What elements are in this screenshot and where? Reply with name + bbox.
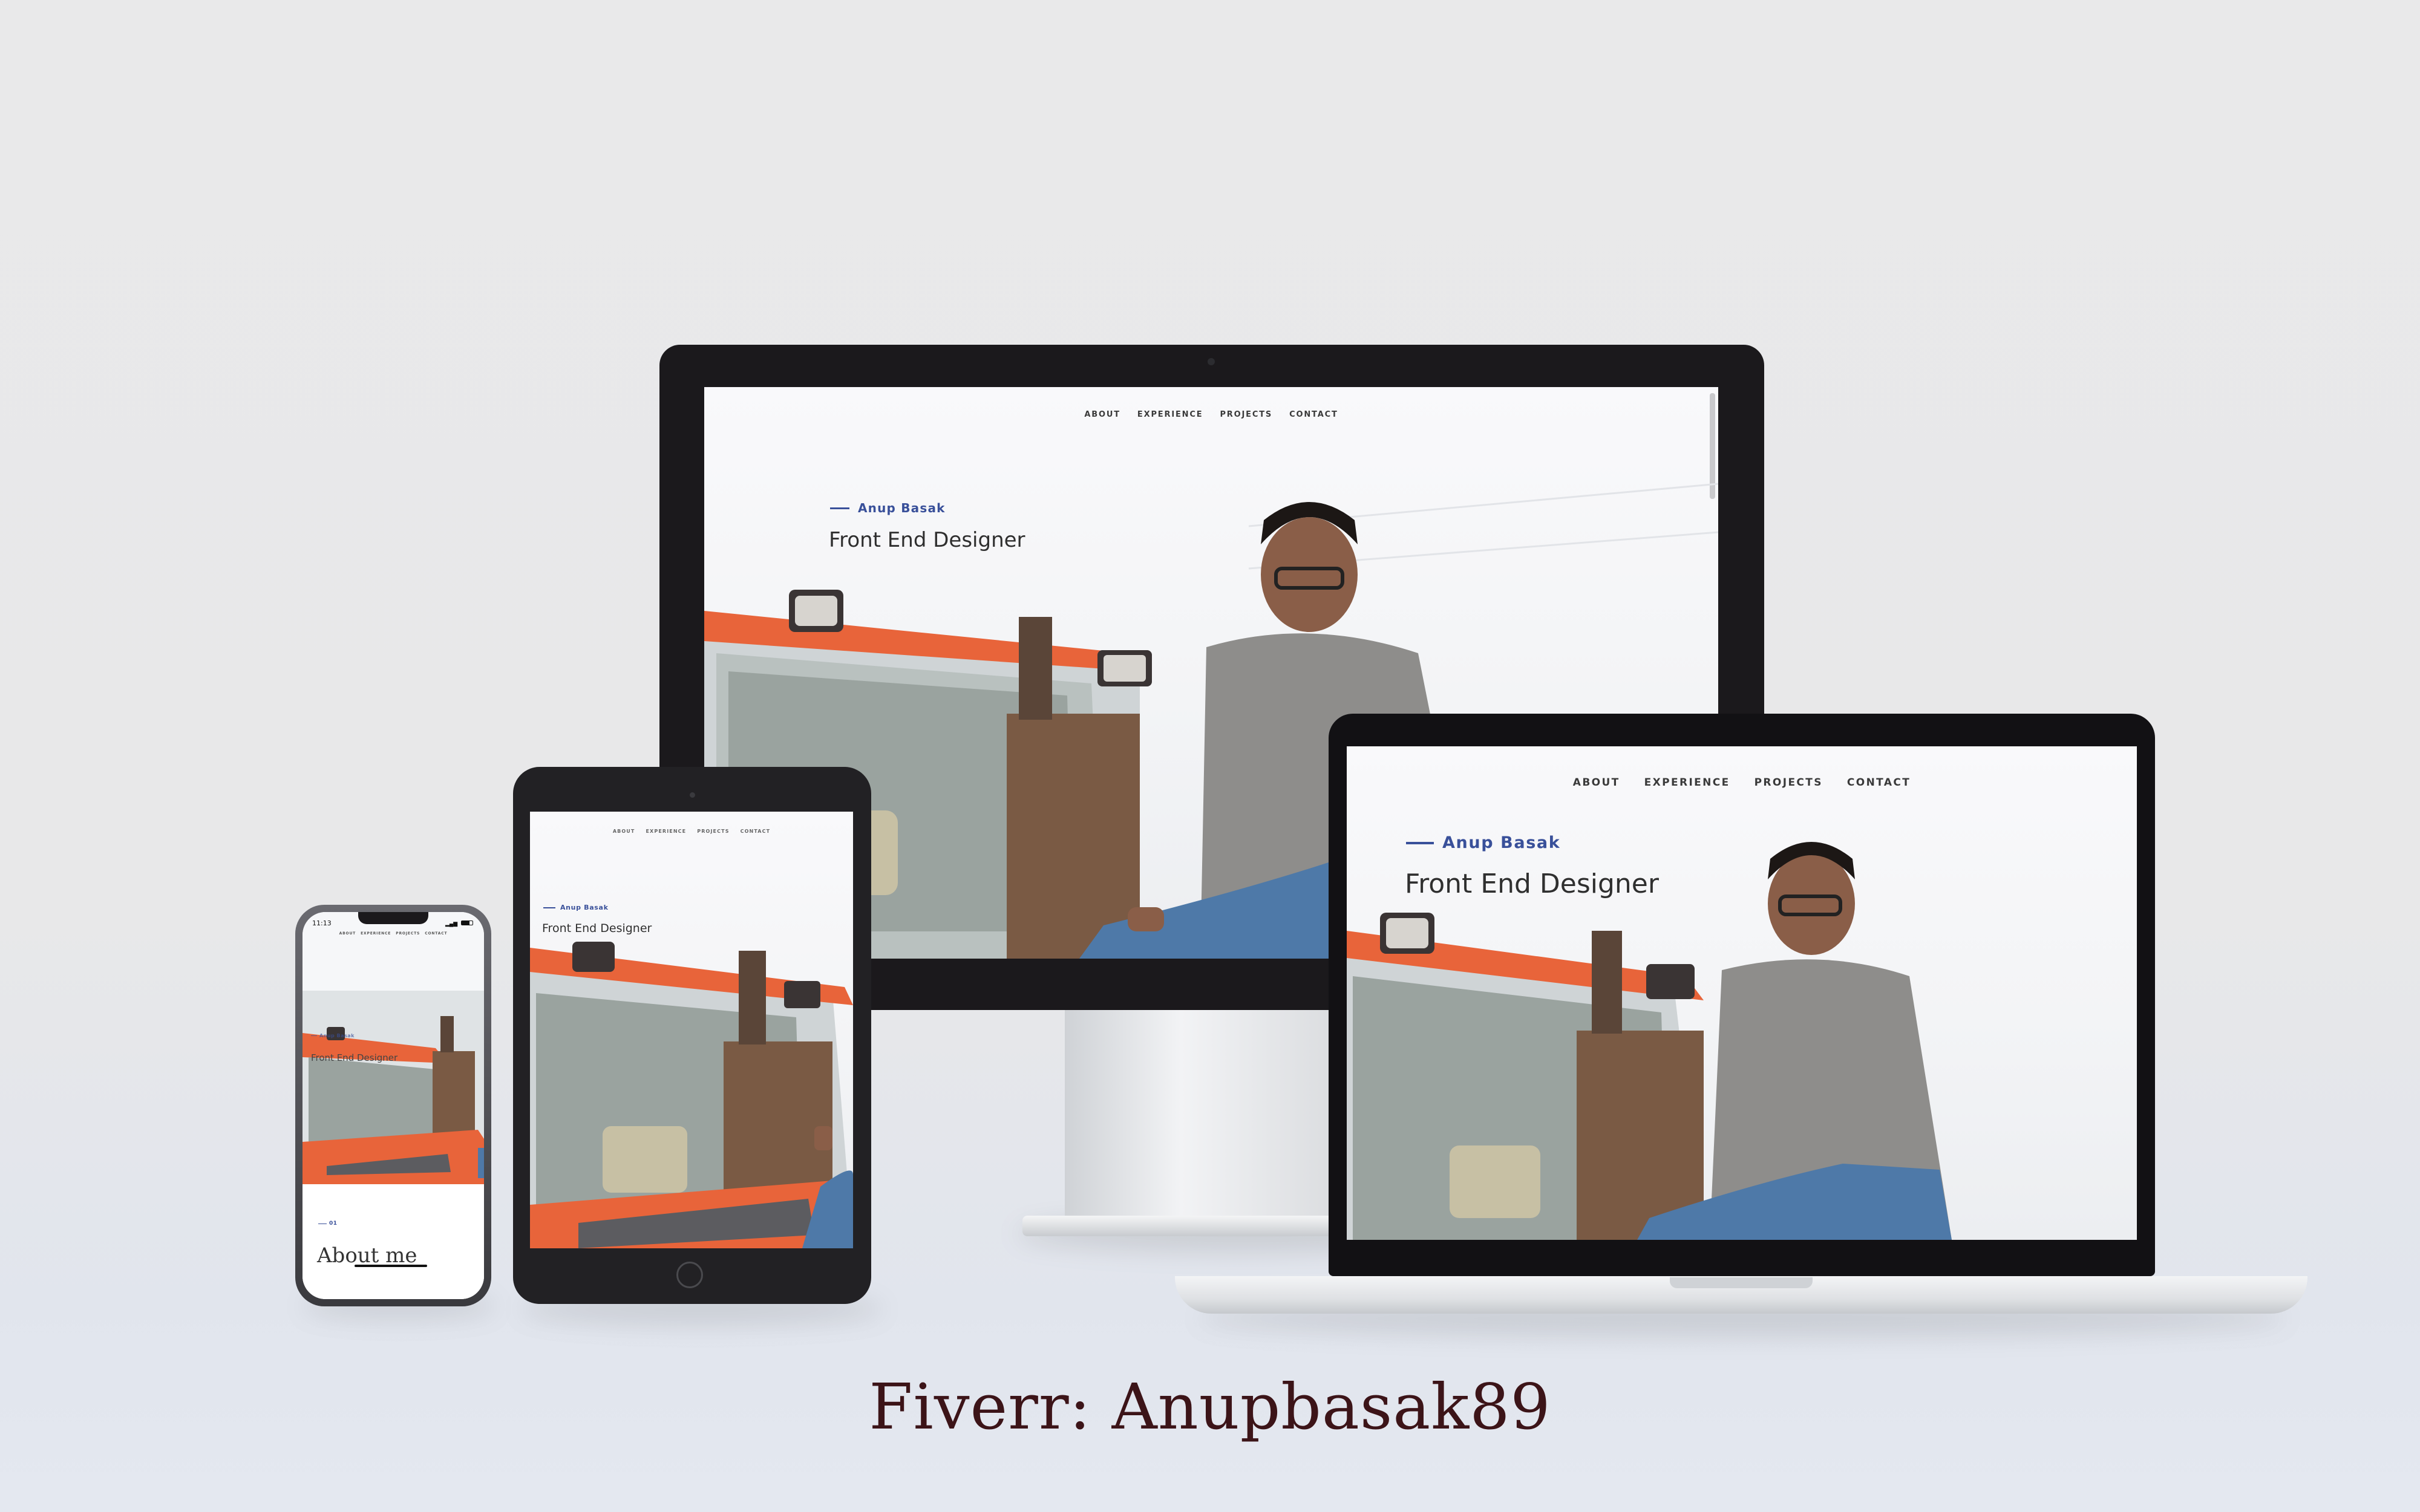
battery-icon: [461, 921, 473, 925]
section-title: About me: [317, 1243, 417, 1268]
section-title-underline: [355, 1265, 427, 1267]
section-number-row: 01: [318, 1220, 338, 1227]
phone-site: 11:13 ▂▄▆ ABOUT EXPERIENCE PROJECTS CONT…: [302, 912, 484, 1299]
tablet-home-button[interactable]: [676, 1262, 703, 1288]
name-dash: [311, 1035, 317, 1036]
tractor: [1347, 913, 1704, 1240]
tablet-camera: [690, 792, 695, 798]
nav-contact[interactable]: CONTACT: [425, 931, 447, 936]
nav-projects[interactable]: PROJECTS: [396, 931, 420, 936]
nav-about[interactable]: ABOUT: [339, 931, 356, 936]
nav-experience[interactable]: EXPERIENCE: [361, 931, 391, 936]
laptop-screen: ABOUT EXPERIENCE PROJECTS CONTACT Anup B…: [1347, 746, 2137, 1240]
monitor-camera: [1208, 358, 1215, 365]
hero-name: Anup Basak: [319, 1033, 355, 1038]
section-number: 01: [329, 1220, 338, 1227]
tractor: [530, 942, 853, 1248]
tablet-screen: ABOUT EXPERIENCE PROJECTS CONTACT Anup B…: [530, 812, 853, 1248]
phone-notch: [358, 912, 428, 924]
laptop-notch: [1670, 1277, 1813, 1288]
phone-nav: ABOUT EXPERIENCE PROJECTS CONTACT: [302, 931, 484, 936]
monitor-stand: [1065, 1004, 1355, 1222]
signal-icon: ▂▄▆: [445, 921, 458, 927]
hero-photo: [530, 942, 853, 1248]
hero-photo: [1347, 842, 1952, 1240]
about-section: [302, 1184, 484, 1299]
hero-role: Front End Designer: [311, 1052, 398, 1063]
status-time: 11:13: [312, 919, 332, 927]
phone-screen: 11:13 ▂▄▆ ABOUT EXPERIENCE PROJECTS CONT…: [302, 912, 484, 1299]
hero-name-row: Anup Basak: [311, 1033, 355, 1038]
watermark: Fiverr: Anupbasak89: [869, 1370, 1551, 1444]
hero-photo: [302, 991, 484, 1184]
